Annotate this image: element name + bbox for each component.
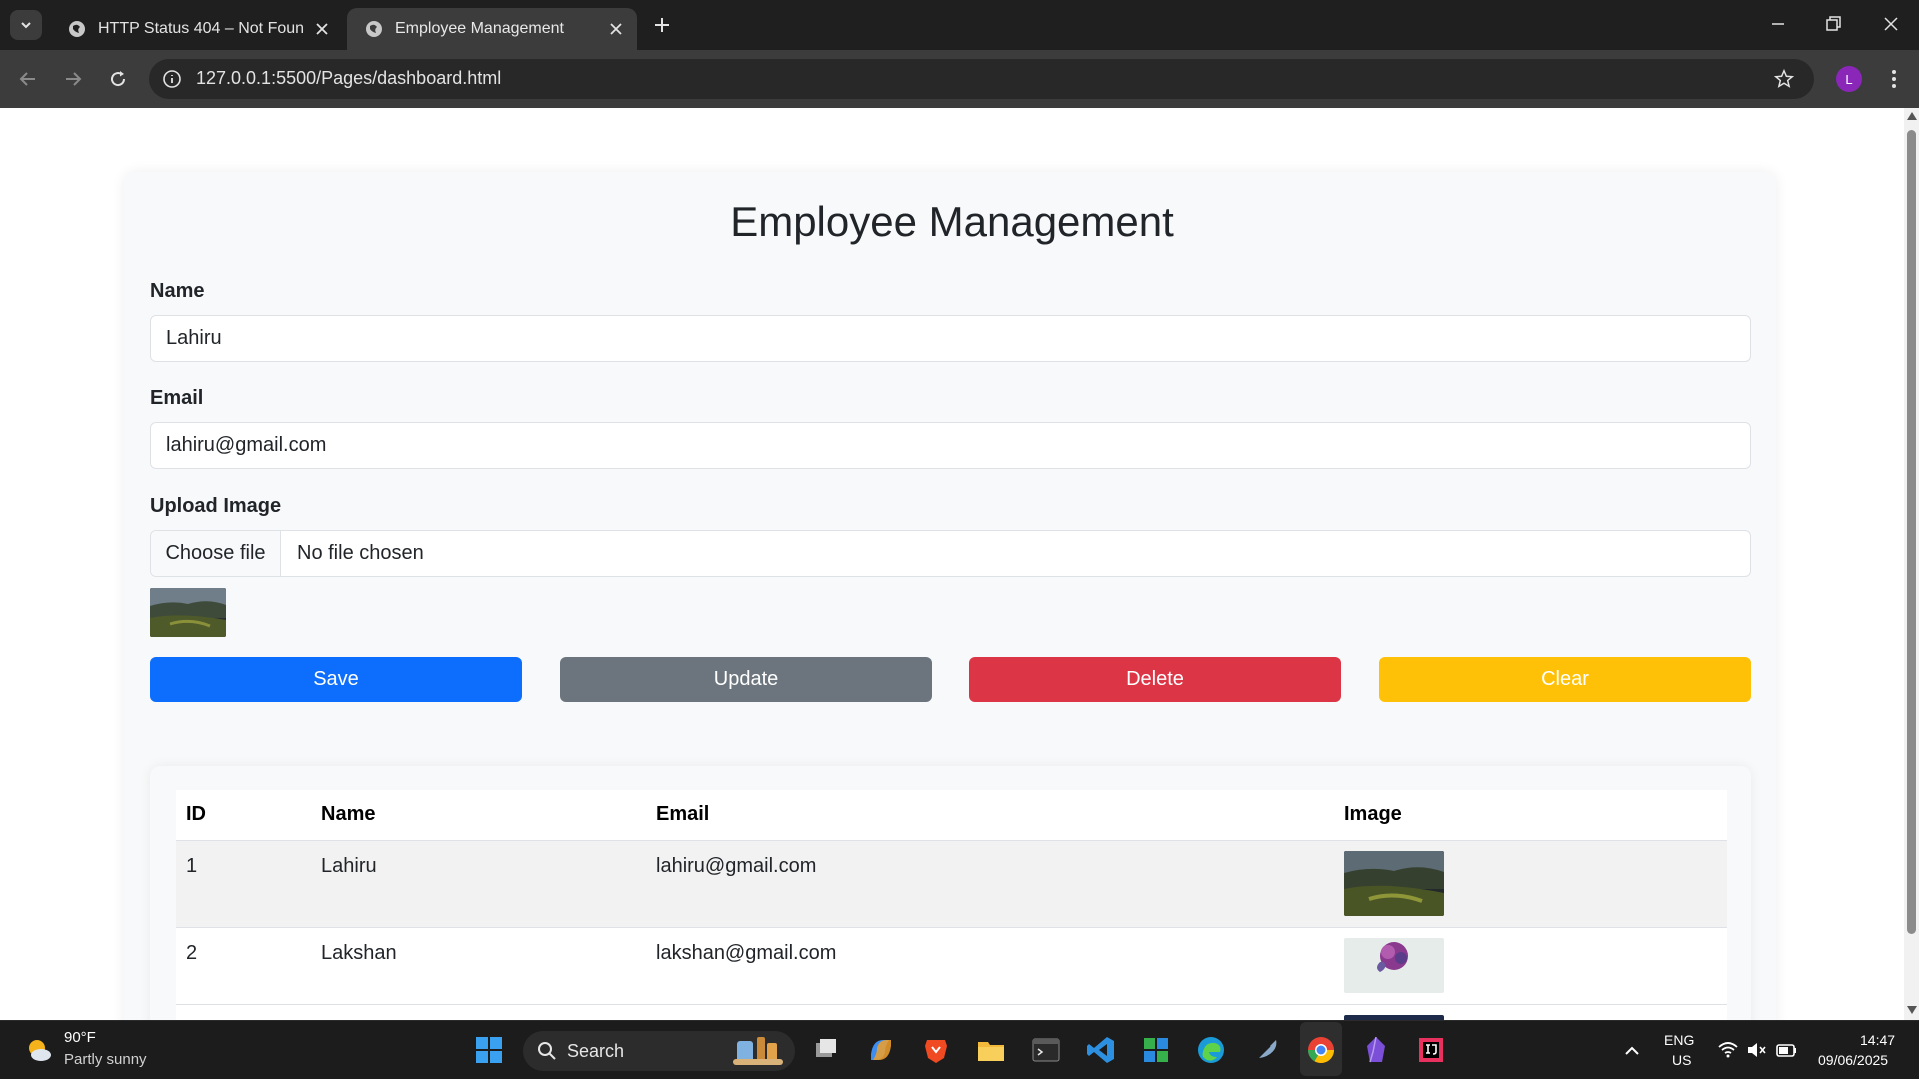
minimize-icon[interactable] [1766, 12, 1790, 36]
file-explorer-icon[interactable] [975, 1034, 1007, 1066]
obsidian-icon[interactable] [1360, 1034, 1392, 1066]
brave-browser-icon[interactable] [920, 1034, 952, 1066]
wifi-icon[interactable] [1716, 1038, 1740, 1062]
clock-time[interactable]: 14:47 [1860, 1032, 1895, 1048]
tab-search-button[interactable] [10, 10, 42, 40]
input-region[interactable]: US [1672, 1052, 1691, 1068]
clear-button[interactable]: Clear [1379, 657, 1751, 702]
page-title: Employee Management [730, 198, 1174, 245]
choose-file-button[interactable]: Choose file [151, 531, 281, 576]
weather-temperature[interactable]: 90°F [64, 1029, 96, 1046]
battery-icon[interactable] [1774, 1038, 1798, 1062]
edge-browser-icon[interactable] [1195, 1034, 1227, 1066]
email-input[interactable] [150, 422, 1751, 469]
search-highlight-icon [733, 1037, 783, 1065]
cell-image [1334, 840, 1727, 928]
window-close-icon[interactable] [1879, 12, 1903, 36]
landscape-thumbnail [1344, 850, 1444, 916]
new-tab-icon[interactable] [650, 13, 674, 37]
url-text[interactable]: 127.0.0.1:5500/Pages/dashboard.html [196, 68, 501, 89]
site-info-icon[interactable] [162, 69, 182, 89]
copilot-icon[interactable] [865, 1034, 897, 1066]
flower-thumbnail [1344, 937, 1444, 993]
cell-email: lahiru@gmail.com [646, 840, 1334, 928]
chevron-down-icon [21, 22, 31, 29]
upload-image-label: Upload Image [150, 495, 282, 517]
save-button[interactable]: Save [150, 657, 522, 702]
bookmark-star-icon[interactable] [1773, 68, 1795, 90]
task-view-icon[interactable] [810, 1034, 842, 1066]
tab-title: Employee Management [395, 20, 564, 37]
terminal-icon[interactable] [1030, 1034, 1062, 1066]
app-grid-icon[interactable] [1140, 1034, 1172, 1066]
column-header-name: Name [311, 790, 646, 841]
reload-icon[interactable] [106, 67, 130, 91]
image-preview [150, 588, 226, 637]
file-upload-input[interactable]: Choose file No file chosen [150, 530, 1751, 577]
cell-name: Lahiru [311, 840, 646, 928]
scrollbar-thumb[interactable] [1907, 130, 1916, 934]
update-button[interactable]: Update [560, 657, 932, 702]
cell-name: Lakshan [311, 927, 646, 1005]
search-icon [538, 1042, 556, 1060]
restore-icon[interactable] [1821, 12, 1845, 36]
column-header-image: Image [1334, 790, 1727, 841]
tab-404[interactable]: HTTP Status 404 – Not Found [50, 8, 343, 50]
scroll-up-arrow-icon[interactable] [1907, 112, 1917, 120]
globe-icon [69, 21, 85, 37]
windows-start-icon[interactable] [473, 1034, 505, 1066]
name-label: Name [150, 280, 205, 302]
delete-button[interactable]: Delete [969, 657, 1341, 702]
close-icon[interactable] [609, 22, 623, 36]
vscode-icon[interactable] [1085, 1034, 1117, 1066]
email-label: Email [150, 387, 204, 409]
table-row[interactable]: 1 Lahiru lahiru@gmail.com [176, 840, 1727, 928]
file-status-text: No file chosen [297, 542, 424, 564]
tab-title: HTTP Status 404 – Not Found [98, 20, 303, 37]
column-header-id: ID [176, 790, 311, 841]
tab-employee-management[interactable]: Employee Management [347, 8, 637, 50]
chrome-browser-icon[interactable] [1305, 1034, 1337, 1066]
cell-image [1334, 927, 1727, 1005]
profile-avatar[interactable]: L [1836, 66, 1862, 92]
partly-sunny-icon[interactable] [24, 1035, 54, 1065]
taskbar-search[interactable]: Search [523, 1031, 795, 1071]
page-scrollbar[interactable] [1904, 108, 1919, 1020]
name-input[interactable] [150, 315, 1751, 362]
chevron-up-icon[interactable] [1620, 1039, 1644, 1063]
cell-id: 1 [176, 840, 311, 928]
weather-description[interactable]: Partly sunny [64, 1051, 147, 1068]
forward-arrow-icon[interactable] [61, 67, 85, 91]
input-language[interactable]: ENG [1664, 1032, 1694, 1048]
scroll-down-arrow-icon[interactable] [1907, 1006, 1917, 1014]
search-label: Search [567, 1041, 625, 1061]
table-header-row: ID Name Email Image [176, 790, 1727, 841]
cell-id: 2 [176, 927, 311, 1005]
column-header-email: Email [646, 790, 1334, 841]
volume-muted-icon[interactable] [1744, 1038, 1768, 1062]
back-arrow-icon[interactable] [16, 67, 40, 91]
feather-app-icon[interactable] [1250, 1034, 1282, 1066]
menu-kebab-icon[interactable] [1882, 67, 1906, 91]
intellij-icon[interactable] [1415, 1034, 1447, 1066]
table-row[interactable]: 2 Lakshan lakshan@gmail.com [176, 927, 1727, 1005]
cell-email: lakshan@gmail.com [646, 927, 1334, 1005]
globe-icon [366, 21, 382, 37]
clock-date[interactable]: 09/06/2025 [1818, 1052, 1888, 1068]
close-icon[interactable] [315, 22, 329, 36]
